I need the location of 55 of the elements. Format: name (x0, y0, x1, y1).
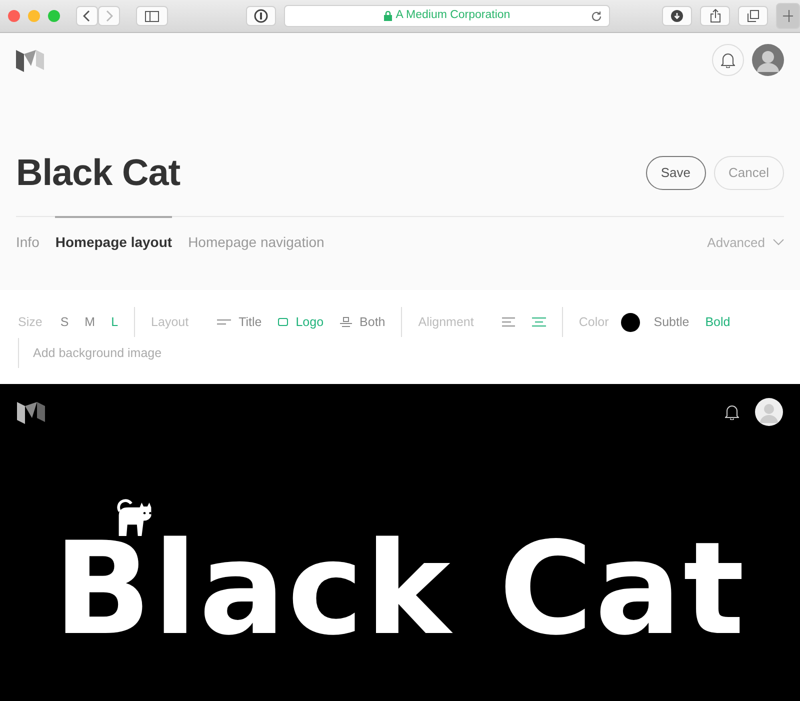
page-title: Black Cat (16, 150, 180, 195)
layout-option[interactable]: Logo (278, 312, 324, 332)
reload-icon[interactable] (591, 11, 602, 22)
downloads-button[interactable] (662, 6, 692, 26)
size-option[interactable]: S (60, 312, 69, 332)
color-swatch[interactable] (620, 312, 640, 332)
share-button[interactable] (700, 6, 730, 26)
logo-layout-icon (278, 318, 288, 326)
back-button[interactable] (76, 6, 98, 26)
tab[interactable]: Homepage navigation (188, 216, 324, 253)
left-align-icon (502, 317, 516, 327)
left-align-button[interactable] (502, 317, 516, 327)
avatar-icon[interactable] (755, 398, 783, 426)
notifications-button[interactable] (712, 44, 744, 76)
address-bar[interactable]: A Medium Corporation (284, 5, 610, 27)
layout-option[interactable]: Both (340, 312, 386, 332)
toolbar-label: Size (18, 314, 42, 331)
action-button[interactable]: Save (646, 156, 706, 190)
lock-icon (384, 11, 392, 21)
both-layout-icon (340, 317, 352, 327)
back-icon (83, 10, 91, 22)
color-style-option[interactable]: Bold (705, 312, 730, 332)
toolbar-label: Layout (151, 314, 189, 331)
new-tab-button[interactable] (776, 3, 800, 29)
publication-logo: Black Cat (54, 536, 746, 645)
size-option[interactable]: M (84, 312, 96, 332)
password-button[interactable] (246, 6, 276, 26)
title-layout-icon (216, 319, 231, 325)
color-style-option[interactable]: Subtle (654, 312, 690, 332)
add-background-image-link[interactable]: Add background image (33, 344, 162, 362)
address-text: A Medium Corporation (396, 8, 510, 24)
tabs-button[interactable] (738, 6, 768, 26)
sidebar-icon (145, 10, 159, 22)
password-icon (254, 9, 268, 23)
action-button[interactable]: Cancel (714, 156, 784, 190)
m-logo-icon (17, 400, 45, 424)
tabs-icon (747, 10, 759, 22)
layout-option[interactable]: Title (216, 312, 262, 332)
download-icon (671, 10, 683, 22)
tab[interactable]: Info (16, 216, 40, 253)
sidebar-button[interactable] (136, 6, 168, 26)
size-option[interactable]: L (111, 312, 118, 332)
advanced-dropdown[interactable]: Advanced (707, 216, 784, 253)
m-logo-icon (16, 48, 44, 72)
share-icon (710, 9, 720, 23)
plus-icon (783, 10, 793, 22)
center-align-icon (532, 317, 546, 327)
bell-icon (721, 52, 735, 68)
center-align-button[interactable] (532, 317, 546, 327)
toolbar-label: Alignment (418, 314, 474, 331)
chevron-down-icon (773, 239, 784, 246)
tab[interactable]: Homepage layout (55, 216, 172, 253)
forward-icon (105, 10, 113, 22)
bell-icon[interactable] (725, 404, 739, 420)
toolbar-label: Color (578, 314, 609, 331)
